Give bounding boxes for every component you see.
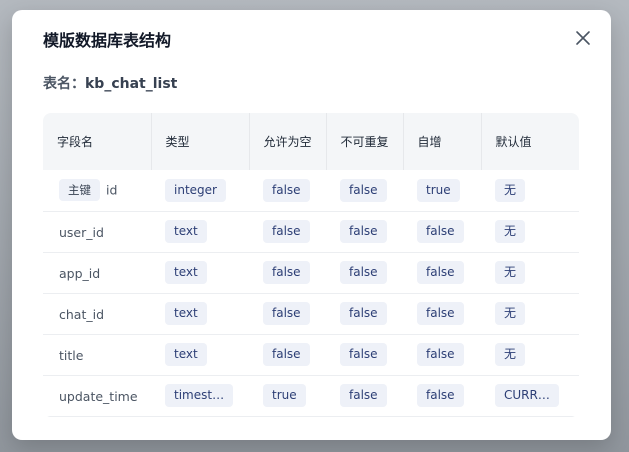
unique-tag: false [340,178,387,202]
auto-increment-tag: true [417,178,460,202]
default-cell: 无 [481,293,579,335]
schema-dialog: 模版数据库表结构 表名：kb_chat_list 字段名 类型 允许为空 不可重… [12,10,611,440]
auto-increment-cell: false [403,375,481,417]
default-cell: 无 [481,252,579,294]
close-icon [576,31,590,45]
default-tag: 无 [495,220,526,243]
column-header: 允许为空 [249,113,327,170]
default-tag: 无 [495,178,526,202]
unique-tag: false [340,261,387,284]
default-tag: 无 [495,343,526,366]
auto-increment-cell: true [403,170,481,212]
default-tag: 无 [495,261,526,284]
nullable-tag: true [263,384,306,407]
type-tag: text [165,261,207,284]
field-name: chat_id [59,306,105,322]
dialog-title: 模版数据库表结构 [43,31,172,50]
table-row: app_id text false false false 无 [43,252,579,294]
unique-tag: false [340,384,387,407]
field-name: update_time [59,388,138,404]
field-name: id [106,182,118,198]
table-name-value: kb_chat_list [85,76,178,92]
table-row: user_id text false false false 无 [43,211,579,253]
type-tag: text [165,343,207,366]
unique-cell: false [326,252,403,294]
type-cell: text [151,334,249,376]
table-header-row: 字段名 类型 允许为空 不可重复 自增 默认值 [43,113,579,170]
unique-cell: false [326,334,403,376]
type-cell: text [151,293,249,335]
column-header: 自增 [403,113,482,170]
unique-tag: false [340,343,387,366]
table-name-line: 表名：kb_chat_list [43,73,177,93]
nullable-tag: false [263,178,310,202]
field-name: title [59,347,84,363]
type-tag: text [165,302,207,325]
auto-increment-tag: false [417,302,464,325]
auto-increment-tag: false [417,261,464,284]
field-name-cell: update_time [43,375,151,417]
primary-key-badge: 主键 [59,179,100,202]
nullable-tag: false [263,343,310,366]
auto-increment-tag: false [417,384,464,407]
nullable-cell: false [249,252,326,294]
type-cell: text [151,211,249,253]
type-tag: text [165,220,207,243]
unique-cell: false [326,293,403,335]
field-name-cell: app_id [43,252,151,294]
table-row: title text false false false 无 [43,334,579,376]
nullable-cell: false [249,170,326,212]
auto-increment-cell: false [403,293,481,335]
field-name-cell: user_id [43,211,151,253]
unique-tag: false [340,220,387,243]
nullable-cell: true [249,375,326,417]
default-tag: CURR… [495,384,559,407]
unique-tag: false [340,302,387,325]
nullable-cell: false [249,293,326,335]
auto-increment-cell: false [403,334,481,376]
default-cell: 无 [481,334,579,376]
type-tag: timest… [165,384,234,407]
unique-cell: false [326,211,403,253]
auto-increment-tag: false [417,343,464,366]
default-cell: 无 [481,170,579,212]
default-tag: 无 [495,302,526,325]
default-cell: CURR… [481,375,579,417]
field-name-cell: chat_id [43,293,151,335]
field-name-cell: title [43,334,151,376]
type-cell: text [151,252,249,294]
table-row: update_time timest… true false false CUR… [43,375,579,417]
column-header: 字段名 [43,113,152,170]
nullable-cell: false [249,211,326,253]
auto-increment-tag: false [417,220,464,243]
unique-cell: false [326,170,403,212]
column-header: 类型 [151,113,250,170]
table-row: chat_id text false false false 无 [43,293,579,335]
close-button[interactable] [573,28,593,48]
nullable-tag: false [263,261,310,284]
type-tag: integer [165,178,226,202]
nullable-cell: false [249,334,326,376]
type-cell: integer [151,170,249,212]
table-name-label: 表名： [43,76,85,92]
type-cell: timest… [151,375,249,417]
field-name-cell: 主键 id [43,170,151,212]
column-header: 不可重复 [326,113,404,170]
nullable-tag: false [263,220,310,243]
nullable-tag: false [263,302,310,325]
table-row: 主键 id integer false false true 无 [43,170,579,212]
unique-cell: false [326,375,403,417]
default-cell: 无 [481,211,579,253]
schema-table: 字段名 类型 允许为空 不可重复 自增 默认值 主键 id integer fal… [43,113,579,417]
field-name: app_id [59,265,101,281]
column-header: 默认值 [481,113,579,170]
auto-increment-cell: false [403,252,481,294]
auto-increment-cell: false [403,211,481,253]
field-name: user_id [59,224,104,240]
